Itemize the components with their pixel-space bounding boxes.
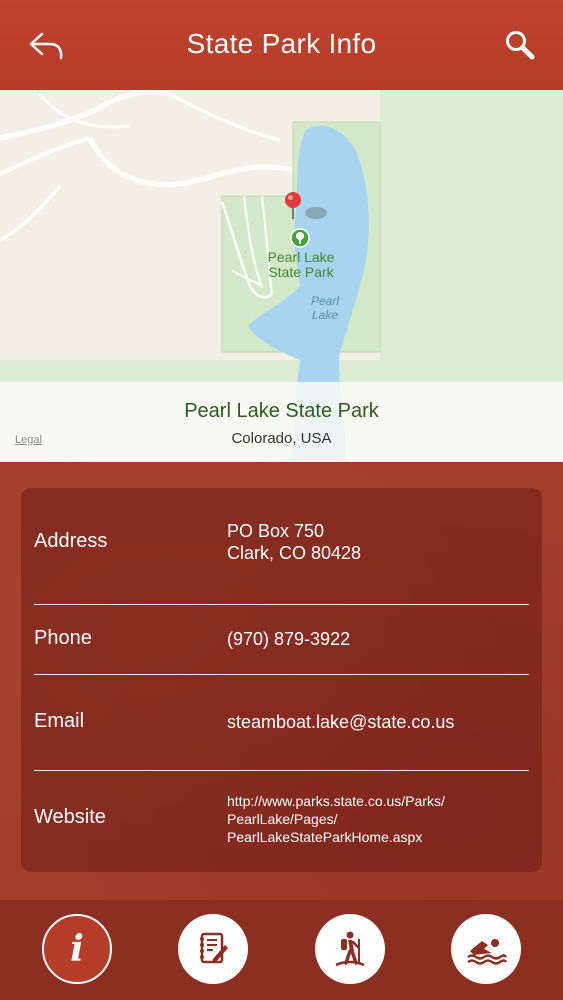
tab-notes[interactable] [178, 914, 248, 984]
website-line1: http://www.parks.state.co.us/Parks/ [227, 793, 445, 809]
place-region: Colorado, USA [231, 430, 332, 447]
place-name: Pearl Lake State Park [184, 400, 379, 422]
divider [34, 674, 529, 675]
details-card: Address PO Box 750 Clark, CO 80428 Phone… [21, 488, 542, 872]
map-caption: Pearl Lake State Park Colorado, USA Lega… [0, 382, 563, 462]
bottom-tab-bar: i [0, 900, 563, 1000]
info-icon: i [70, 928, 84, 970]
app-header: State Park Info [0, 0, 563, 90]
search-icon [506, 31, 535, 60]
address-label: Address [34, 530, 108, 552]
website-value[interactable]: http://www.parks.state.co.us/Parks/ Pear… [227, 792, 445, 846]
divider [34, 770, 529, 771]
map-pin-icon[interactable] [283, 191, 303, 219]
notes-icon [200, 932, 228, 964]
website-line3: PearlLakeStateParkHome.aspx [227, 829, 423, 845]
website-line2: PearlLake/Pages/ [227, 811, 338, 827]
legal-link[interactable]: Legal [15, 434, 42, 446]
email-value[interactable]: steamboat.lake@state.co.us [227, 711, 454, 733]
tab-swimming[interactable] [451, 914, 521, 984]
details-section: Address PO Box 750 Clark, CO 80428 Phone… [0, 462, 563, 900]
swimmer-icon [467, 939, 508, 965]
park-map-label: Pearl Lake State Park [267, 249, 335, 280]
address-value[interactable]: PO Box 750 Clark, CO 80428 [227, 520, 361, 564]
divider [34, 604, 529, 605]
lake-map-label: Pearl Lake [310, 294, 339, 322]
park-tree-icon [290, 228, 310, 248]
tab-hiking[interactable] [315, 914, 385, 984]
address-line1: PO Box 750 [227, 521, 325, 541]
search-button[interactable] [503, 28, 539, 64]
map-view[interactable]: Pearl Lake State Park Pearl Lake Pearl L… [0, 90, 563, 462]
phone-value[interactable]: (970) 879-3922 [227, 628, 350, 650]
email-label: Email [34, 710, 85, 732]
page-title: State Park Info [186, 28, 377, 59]
phone-label: Phone [34, 627, 92, 649]
tab-info[interactable]: i [42, 914, 112, 984]
website-label: Website [34, 806, 106, 828]
address-line2: Clark, CO 80428 [227, 543, 362, 563]
hiker-icon [335, 931, 365, 967]
